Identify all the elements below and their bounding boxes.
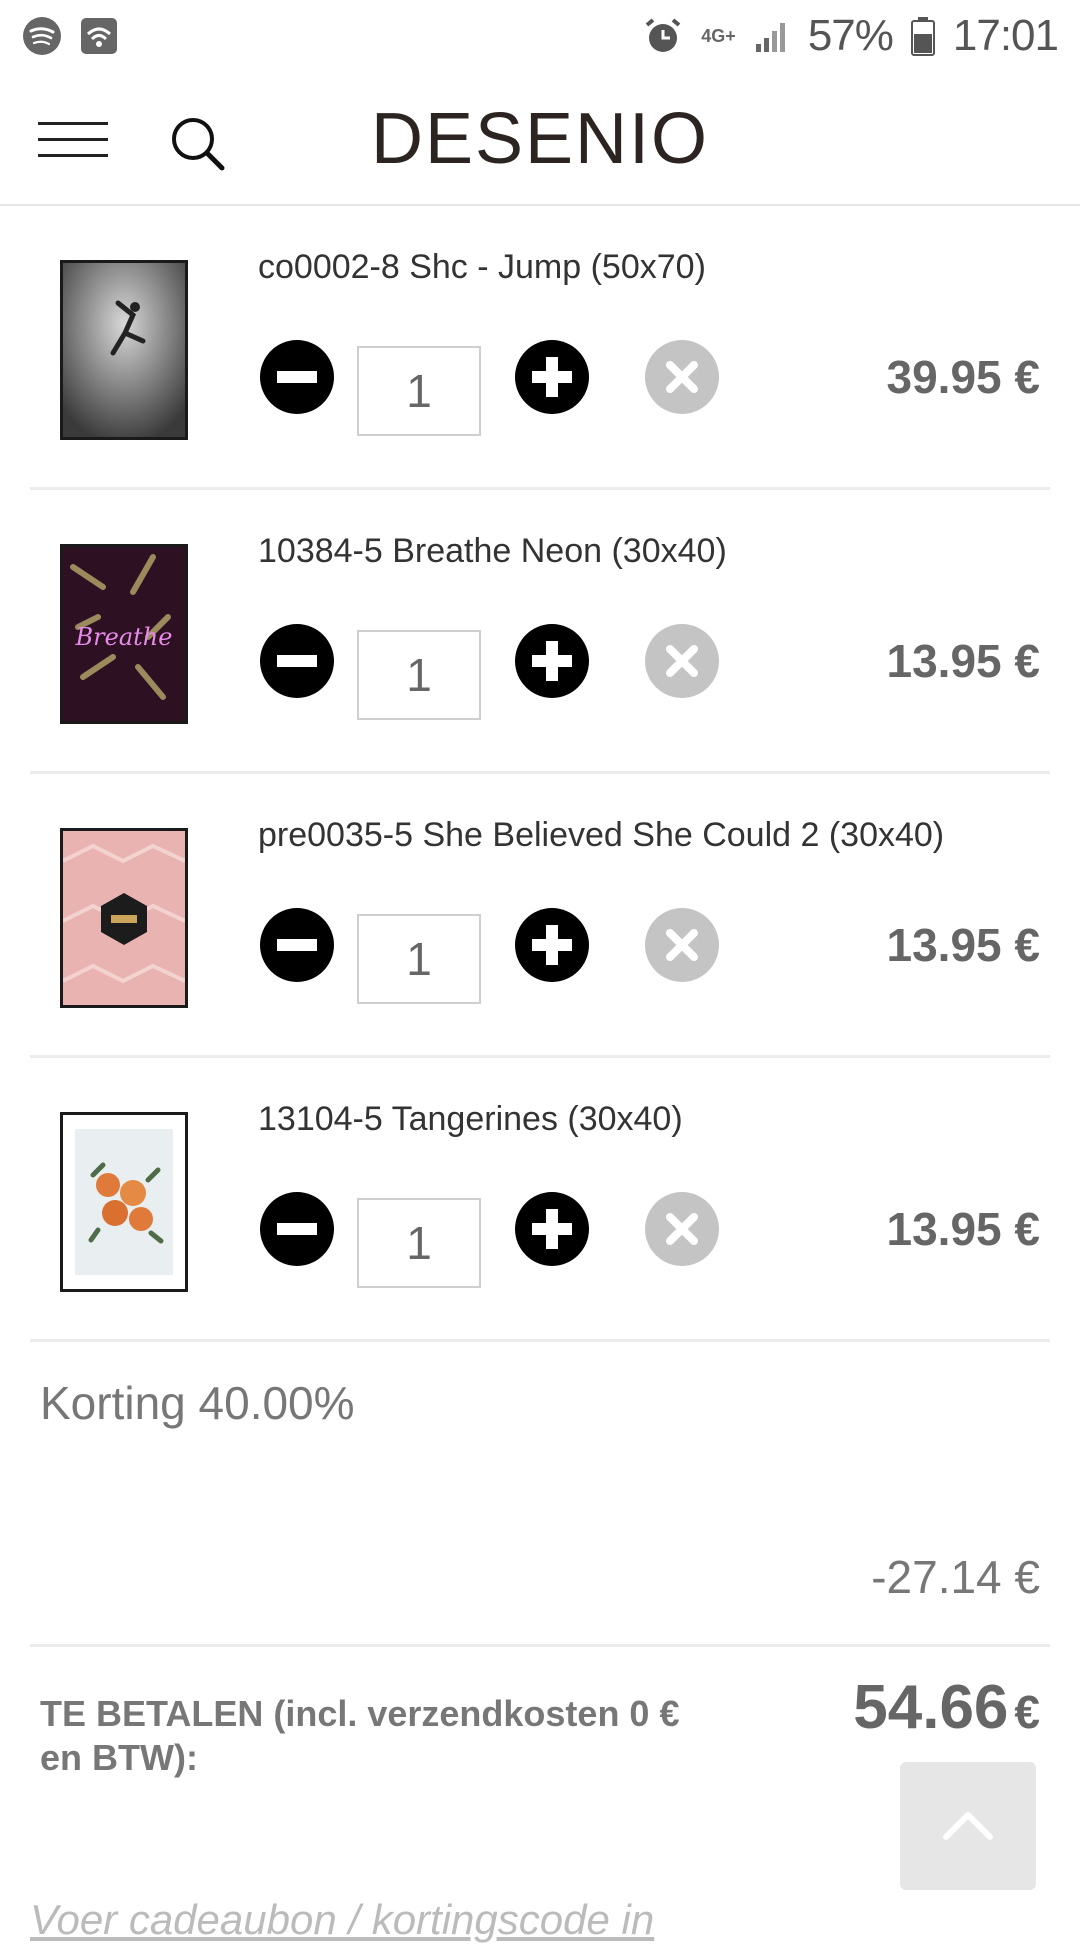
increase-quantity-button[interactable]	[515, 340, 589, 414]
clock: 17:01	[952, 11, 1059, 60]
svg-text:Breathe: Breathe	[75, 623, 173, 651]
product-name[interactable]: co0002-8 Shc - Jump (50x70)	[258, 248, 706, 287]
scroll-to-top-button[interactable]	[900, 1762, 1036, 1890]
product-thumbnail[interactable]: Breathe	[60, 544, 188, 724]
product-name[interactable]: 13104-5 Tangerines (30x40)	[258, 1100, 683, 1139]
increase-quantity-button[interactable]	[515, 1192, 589, 1266]
battery-percent: 57%	[807, 11, 894, 60]
increase-quantity-button[interactable]	[515, 908, 589, 982]
alarm-icon	[643, 16, 683, 56]
remove-item-button[interactable]	[645, 1192, 719, 1266]
product-name[interactable]: 10384-5 Breathe Neon (30x40)	[258, 532, 727, 571]
wifi-hotspot-icon	[80, 17, 118, 55]
product-name[interactable]: pre0035-5 She Believed She Could 2 (30x4…	[258, 816, 944, 855]
remove-item-button[interactable]	[645, 908, 719, 982]
total-amount: 54.66 €	[853, 1672, 1040, 1743]
product-thumbnail[interactable]	[60, 1112, 188, 1292]
spotify-icon	[22, 16, 62, 56]
discount-label: Korting 40.00%	[40, 1377, 355, 1429]
cart-item: pre0035-5 She Believed She Could 2 (30x4…	[30, 774, 1050, 1058]
discount-value: -27.14 €	[871, 1551, 1040, 1603]
status-bar: 4G+ 57% 17:01	[0, 0, 1080, 72]
total-label: TE BETALEN (incl. verzendkosten 0 € en B…	[40, 1693, 680, 1778]
remove-item-button[interactable]	[645, 340, 719, 414]
cart-item: Breathe 10384-5 Breathe Neon (30x40) 13.…	[30, 490, 1050, 774]
total-value: 54.66	[853, 1673, 1009, 1742]
product-thumbnail[interactable]	[60, 260, 188, 440]
cart-item: 13104-5 Tangerines (30x40) 13.95 €	[30, 1058, 1050, 1342]
decrease-quantity-button[interactable]	[260, 1192, 334, 1266]
increase-quantity-button[interactable]	[515, 624, 589, 698]
quantity-input[interactable]	[357, 346, 481, 436]
chevron-up-icon	[943, 1812, 993, 1840]
item-price: 39.95 €	[886, 351, 1040, 403]
battery-icon	[910, 16, 935, 56]
signal-icon	[754, 18, 790, 54]
voucher-code-link[interactable]: Voer cadeaubon / kortingscode in	[30, 1896, 654, 1944]
network-type: 4G+	[701, 26, 736, 46]
quantity-input[interactable]	[357, 630, 481, 720]
item-price: 13.95 €	[886, 635, 1040, 687]
quantity-input[interactable]	[357, 914, 481, 1004]
item-price: 13.95 €	[886, 919, 1040, 971]
decrease-quantity-button[interactable]	[260, 624, 334, 698]
product-thumbnail[interactable]	[60, 828, 188, 1008]
site-header: DESENIO	[0, 72, 1080, 206]
remove-item-button[interactable]	[645, 624, 719, 698]
cart-item: co0002-8 Shc - Jump (50x70) 39.95 €	[30, 206, 1050, 490]
decrease-quantity-button[interactable]	[260, 908, 334, 982]
logo[interactable]: DESENIO	[0, 98, 1080, 180]
divider	[30, 1644, 1050, 1647]
decrease-quantity-button[interactable]	[260, 340, 334, 414]
total-currency: €	[1014, 1686, 1040, 1738]
cart-list: co0002-8 Shc - Jump (50x70) 39.95 € Brea…	[30, 206, 1050, 1342]
quantity-input[interactable]	[357, 1198, 481, 1288]
item-price: 13.95 €	[886, 1203, 1040, 1255]
